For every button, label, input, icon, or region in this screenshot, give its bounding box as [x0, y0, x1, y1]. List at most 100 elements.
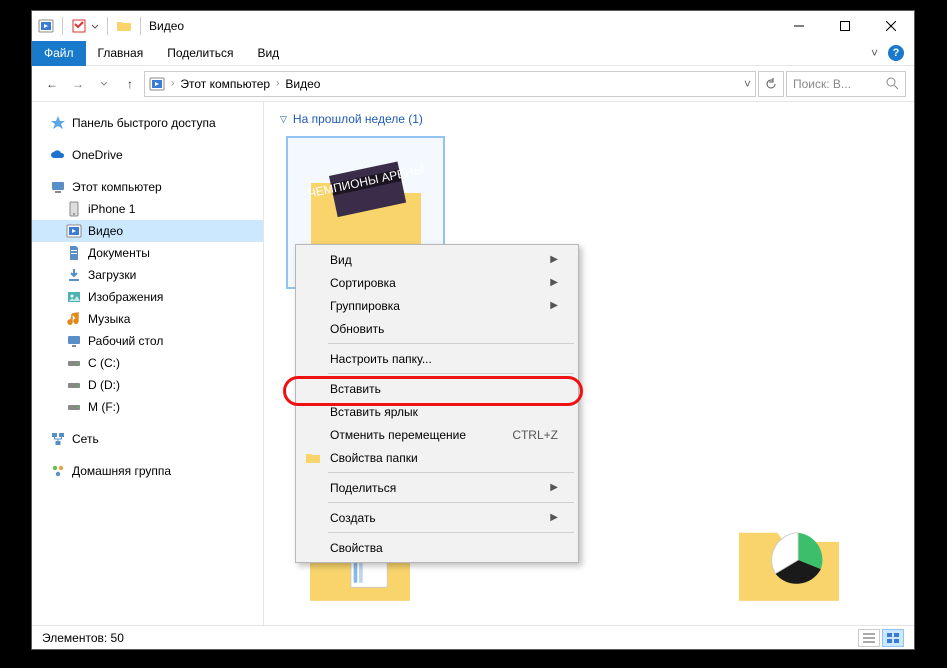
thumbnails-view-button[interactable]: [882, 629, 904, 647]
video-library-icon: [38, 18, 54, 34]
sidebar-item-label: M (F:): [88, 400, 120, 414]
ribbon-right: ˅ ?: [871, 45, 914, 61]
ctx-view[interactable]: Вид ▶: [298, 248, 576, 271]
maximize-button[interactable]: [822, 11, 868, 41]
ctx-refresh[interactable]: Обновить: [298, 317, 576, 340]
ctx-sort[interactable]: Сортировка ▶: [298, 271, 576, 294]
sidebar-item-label: Изображения: [88, 290, 163, 304]
sidebar-item-label: Загрузки: [88, 268, 136, 282]
sidebar-item-drive-m[interactable]: M (F:): [32, 396, 263, 418]
submenu-arrow-icon: ▶: [550, 482, 558, 493]
sidebar-item-music[interactable]: Музыка: [32, 308, 263, 330]
sidebar-item-video[interactable]: Видео: [32, 220, 263, 242]
context-menu-separator: [328, 373, 574, 374]
tab-file[interactable]: Файл: [32, 41, 86, 66]
ctx-item-label: Вид: [330, 253, 352, 267]
sidebar-item-label: OneDrive: [72, 148, 123, 162]
status-bar: Элементов: 50: [32, 625, 914, 649]
sidebar-item-drive-c[interactable]: C (C:): [32, 352, 263, 374]
sidebar-item-quick-access[interactable]: Панель быстрого доступа: [32, 112, 263, 134]
chevron-right-icon[interactable]: ›: [274, 78, 281, 89]
back-button[interactable]: ←: [40, 72, 64, 96]
tab-home[interactable]: Главная: [86, 41, 156, 66]
breadcrumb-pc[interactable]: Этот компьютер: [180, 77, 270, 91]
chevron-right-icon[interactable]: ›: [169, 78, 176, 89]
sidebar-item-label: Сеть: [72, 432, 99, 446]
ribbon-tabs: Файл Главная Поделиться Вид ˅ ?: [32, 41, 914, 66]
ctx-shortcut: CTRL+Z: [512, 428, 558, 442]
ctx-item-label: Обновить: [330, 322, 384, 336]
tab-view[interactable]: Вид: [245, 41, 291, 66]
help-button[interactable]: ?: [888, 45, 904, 61]
close-button[interactable]: [868, 11, 914, 41]
breadcrumb-video[interactable]: Видео: [285, 77, 320, 91]
ctx-share[interactable]: Поделиться▶: [298, 476, 576, 499]
submenu-arrow-icon: ▶: [550, 277, 558, 288]
window-controls: [776, 11, 914, 41]
sidebar-item-network[interactable]: Сеть: [32, 428, 263, 450]
context-menu: Вид ▶ Сортировка ▶ Группировка▶ Обновить Н…: [295, 244, 579, 563]
separator: [62, 17, 63, 35]
location-video-icon: [149, 76, 165, 92]
details-view-button[interactable]: [858, 629, 880, 647]
collapse-icon[interactable]: ▽: [280, 114, 287, 125]
ctx-group[interactable]: Группировка▶: [298, 294, 576, 317]
image-icon: [66, 289, 82, 305]
tab-share-label: Поделиться: [167, 46, 233, 60]
sidebar-item-homegroup[interactable]: Домашняя группа: [32, 460, 263, 482]
breadcrumb-pc-label: Этот компьютер: [180, 77, 270, 91]
sidebar-item-pictures[interactable]: Изображения: [32, 286, 263, 308]
drive-icon: [66, 355, 82, 371]
sidebar-item-this-pc[interactable]: Этот компьютер: [32, 176, 263, 198]
ctx-new[interactable]: Создать▶: [298, 506, 576, 529]
separator: [140, 17, 141, 35]
ctx-paste[interactable]: Вставить: [298, 377, 576, 400]
sidebar-item-desktop[interactable]: Рабочий стол: [32, 330, 263, 352]
tab-share[interactable]: Поделиться: [155, 41, 245, 66]
ctx-folder-properties[interactable]: Свойства папки: [298, 446, 576, 469]
desktop-icon: [66, 333, 82, 349]
ctx-item-label: Сортировка: [330, 276, 396, 290]
drive-icon: [66, 377, 82, 393]
status-item-count: Элементов: 50: [42, 631, 124, 645]
ctx-undo-move[interactable]: Отменить перемещениеCTRL+Z: [298, 423, 576, 446]
phone-icon: [66, 201, 82, 217]
ctx-customize-folder[interactable]: Настроить папку...: [298, 347, 576, 370]
submenu-arrow-icon: ▶: [550, 300, 558, 311]
properties-qat-icon[interactable]: [71, 18, 87, 34]
sidebar-item-label: Музыка: [88, 312, 130, 326]
context-menu-separator: [328, 532, 574, 533]
address-bar[interactable]: › Этот компьютер › Видео ˅: [144, 71, 756, 97]
search-icon: [886, 77, 899, 90]
separator: [107, 17, 108, 35]
search-input[interactable]: Поиск: В...: [786, 71, 906, 97]
ctx-properties[interactable]: Свойства: [298, 536, 576, 559]
refresh-button[interactable]: [758, 71, 784, 97]
address-bar-row: ← → ↑ › Этот компьютер › Видео ˅ Поиск: …: [32, 66, 914, 102]
qat-dropdown-icon[interactable]: [91, 18, 99, 34]
sidebar-item-drive-d[interactable]: D (D:): [32, 374, 263, 396]
up-button[interactable]: ↑: [118, 72, 142, 96]
group-header[interactable]: ▽ На прошлой неделе (1): [280, 112, 898, 126]
ctx-item-label: Вставить: [330, 382, 381, 396]
ctx-item-label: Вставить ярлык: [330, 405, 418, 419]
sidebar-item-onedrive[interactable]: OneDrive: [32, 144, 263, 166]
forward-button[interactable]: →: [66, 72, 90, 96]
sidebar-item-iphone[interactable]: iPhone 1: [32, 198, 263, 220]
recent-dropdown[interactable]: [92, 72, 116, 96]
context-menu-separator: [328, 502, 574, 503]
expand-ribbon-icon[interactable]: ˅: [871, 46, 878, 60]
context-menu-separator: [328, 343, 574, 344]
homegroup-icon: [50, 463, 66, 479]
ctx-item-label: Свойства: [330, 541, 383, 555]
sidebar-item-documents[interactable]: Документы: [32, 242, 263, 264]
ctx-paste-shortcut[interactable]: Вставить ярлык: [298, 400, 576, 423]
submenu-arrow-icon: ▶: [550, 254, 558, 265]
sidebar-item-label: Панель быстрого доступа: [72, 116, 216, 130]
download-icon: [66, 267, 82, 283]
chevron-down-icon[interactable]: ˅: [744, 77, 751, 91]
network-icon: [50, 431, 66, 447]
file-thumbnail[interactable]: [709, 505, 868, 615]
minimize-button[interactable]: [776, 11, 822, 41]
sidebar-item-downloads[interactable]: Загрузки: [32, 264, 263, 286]
